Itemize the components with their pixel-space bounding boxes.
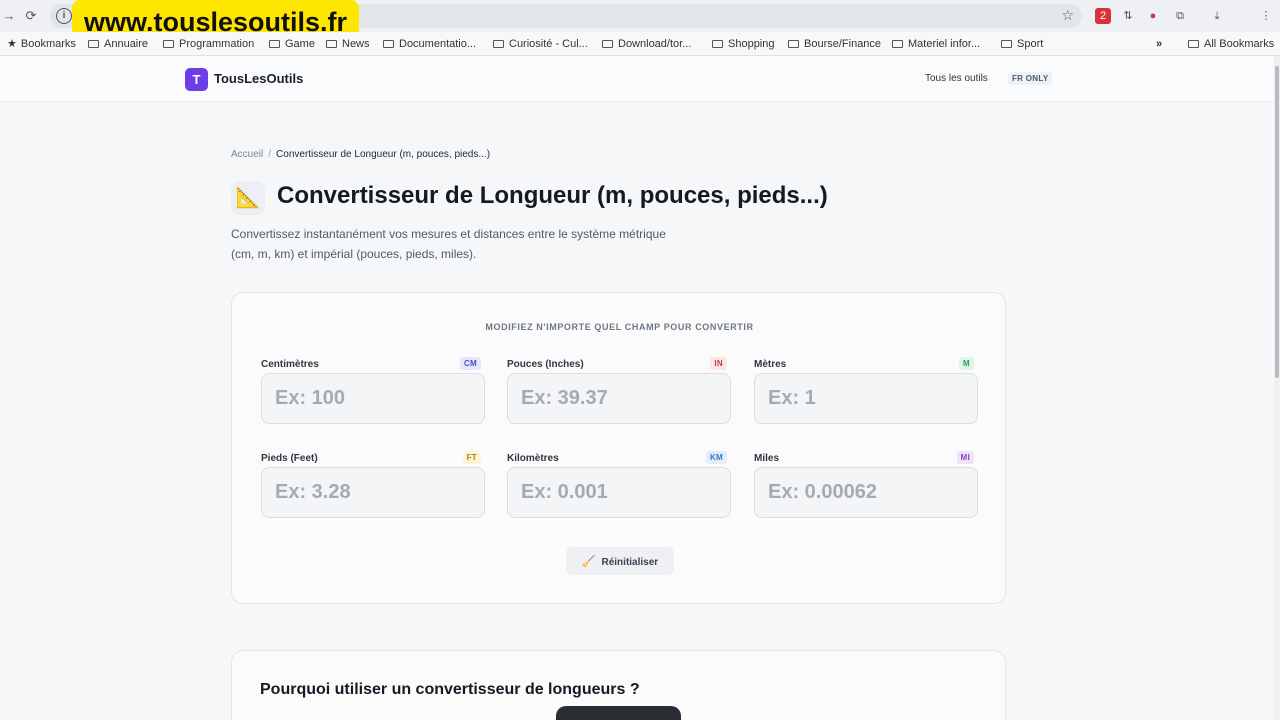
logo-text[interactable]: TousLesOutils <box>214 71 303 86</box>
bookmark-item-download[interactable]: Download/tor... <box>602 36 691 52</box>
metres-input[interactable] <box>754 373 978 424</box>
bookmarks-bar: ★ Bookmarks Annuaire Programmation Game N… <box>0 32 1280 56</box>
site-header: T TousLesOutils Tous les outils FR ONLY <box>0 56 1276 102</box>
breadcrumb: Accueil / Convertisseur de Longueur (m, po… <box>231 149 490 160</box>
unit-badge-ft: FT <box>462 451 481 464</box>
unit-badge-mi: MI <box>956 451 974 464</box>
bookmark-item-bookmarks[interactable]: ★ Bookmarks <box>7 36 76 52</box>
folder-icon <box>1001 40 1012 48</box>
bookmark-item-news[interactable]: News <box>326 36 370 52</box>
converter-heading: MODIFIEZ N'IMPORTE QUEL CHAMP POUR CONVE… <box>485 322 754 332</box>
bookmark-item-curiosite[interactable]: Curiosité - Cul... <box>493 36 588 52</box>
field-label: Miles <box>754 453 780 464</box>
bookmark-item-bourse[interactable]: Bourse/Finance <box>788 36 881 52</box>
bookmark-item-materiel[interactable]: Materiel infor... <box>892 36 980 52</box>
page-description: Convertissez instantanément vos mesures … <box>231 224 711 264</box>
menu-kebab-icon[interactable]: ⋮ <box>1258 8 1274 24</box>
bookmark-item-shopping[interactable]: Shopping <box>712 36 775 52</box>
logo-icon[interactable]: T <box>185 68 208 91</box>
forward-icon[interactable]: → <box>2 8 16 24</box>
bookmark-item-sport[interactable]: Sport <box>1001 36 1043 52</box>
centimetres-input[interactable] <box>261 373 485 424</box>
converter-card: MODIFIEZ N'IMPORTE QUEL CHAMP POUR CONVE… <box>231 292 1006 604</box>
kilometres-input[interactable] <box>507 467 731 518</box>
bookmark-item-game[interactable]: Game <box>269 36 315 52</box>
floating-toolbar[interactable] <box>556 706 681 720</box>
unit-badge-cm: CM <box>459 357 481 370</box>
field-label: Kilomètres <box>507 453 559 464</box>
bookmark-item-documentation[interactable]: Documentatio... <box>383 36 476 52</box>
reset-label: Réinitialiser <box>601 556 659 568</box>
all-bookmarks[interactable]: All Bookmarks <box>1188 36 1274 52</box>
field-label: Pieds (Feet) <box>261 453 318 464</box>
language-badge: FR ONLY <box>1008 72 1053 85</box>
miles-input[interactable] <box>754 467 978 518</box>
folder-icon <box>269 40 280 48</box>
folder-icon <box>788 40 799 48</box>
bookmark-item-programmation[interactable]: Programmation <box>163 36 254 52</box>
unit-badge-m: M <box>959 357 974 370</box>
download-icon[interactable]: ⤓ <box>1209 8 1225 24</box>
triangle-ruler-icon: 📐 <box>231 181 265 215</box>
reset-button[interactable]: 🧹 Réinitialiser <box>566 547 674 575</box>
star-icon: ★ <box>7 38 17 50</box>
breadcrumb-home-link[interactable]: Accueil <box>231 149 263 160</box>
description-line: (cm, m, km) et impérial (pouces, pieds, … <box>231 247 477 261</box>
scrollbar-thumb[interactable] <box>1275 66 1279 378</box>
nav-link-all-tools[interactable]: Tous les outils <box>925 73 988 84</box>
translate-icon[interactable]: ⇅ <box>1120 8 1136 24</box>
breadcrumb-current: Convertisseur de Longueur (m, pouces, pi… <box>276 149 491 160</box>
reload-icon[interactable]: ⟳ <box>24 8 38 24</box>
bookmark-star-icon[interactable]: ☆ <box>1061 7 1074 24</box>
folder-icon <box>892 40 903 48</box>
folder-icon <box>163 40 174 48</box>
folder-icon <box>326 40 337 48</box>
description-line: Convertissez instantanément vos mesures … <box>231 227 666 241</box>
folder-icon <box>88 40 99 48</box>
field-label: Mètres <box>754 359 787 370</box>
opera-icon[interactable]: ● <box>1145 8 1161 24</box>
field-label: Centimètres <box>261 359 319 370</box>
breadcrumb-separator: / <box>268 149 272 160</box>
folder-icon <box>602 40 613 48</box>
extensions-puzzle-icon[interactable]: ⧉ <box>1172 8 1188 24</box>
section-title: Pourquoi utiliser un convertisseur de lo… <box>260 681 640 698</box>
unit-badge-km: KM <box>705 451 727 464</box>
broom-icon: 🧹 <box>581 555 596 568</box>
bookmark-item-annuaire[interactable]: Annuaire <box>88 36 148 52</box>
unit-badge-in: IN <box>710 357 727 370</box>
site-info-icon[interactable]: i <box>56 8 72 24</box>
inches-input[interactable] <box>507 373 731 424</box>
folder-icon <box>383 40 394 48</box>
folder-icon <box>712 40 723 48</box>
more-bookmarks-chevron-icon[interactable]: » <box>1156 36 1162 52</box>
page-title: Convertisseur de Longueur (m, pouces, pi… <box>277 182 828 209</box>
feet-input[interactable] <box>261 467 485 518</box>
field-label: Pouces (Inches) <box>507 359 584 370</box>
folder-icon <box>493 40 504 48</box>
folder-icon <box>1188 40 1199 48</box>
extension-badge-icon[interactable]: 2 <box>1095 8 1111 24</box>
